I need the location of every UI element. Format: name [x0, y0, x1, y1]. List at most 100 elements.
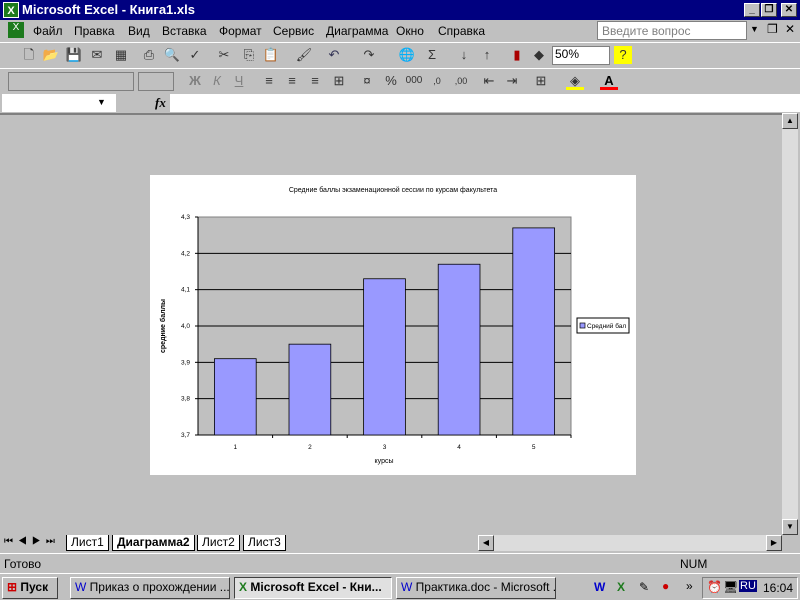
- align-left-icon[interactable]: ≡: [260, 72, 278, 90]
- tray-scheduler-icon[interactable]: ⏰: [707, 580, 722, 594]
- print-icon[interactable]: ⎙: [140, 46, 158, 64]
- tray-network-icon[interactable]: 🖥: [723, 580, 738, 594]
- task-praktika[interactable]: W Практика.doc - Microsoft ...: [396, 577, 556, 599]
- sort-asc-icon[interactable]: ↓: [455, 46, 473, 64]
- decrease-decimal-icon[interactable]: ,00: [452, 72, 470, 90]
- quicklaunch-opera-icon[interactable]: ●: [662, 579, 669, 593]
- bar: [363, 278, 406, 436]
- help-search-input[interactable]: Введите вопрос: [597, 21, 747, 40]
- help-dropdown-icon[interactable]: ▼: [750, 24, 759, 34]
- formula-input[interactable]: [170, 94, 800, 112]
- name-box-dropdown-icon[interactable]: ▼: [97, 97, 106, 107]
- borders-icon[interactable]: ⊞: [532, 72, 550, 90]
- italic-button[interactable]: К: [208, 72, 226, 90]
- help-icon[interactable]: ?: [614, 46, 632, 64]
- chart-title: Средние баллы экзаменационной сессии по …: [289, 186, 497, 194]
- underline-button[interactable]: Ч: [230, 72, 248, 90]
- vertical-scrollbar[interactable]: ▲ ▼: [782, 113, 798, 535]
- status-text: Готово: [4, 557, 42, 571]
- menu-view[interactable]: Вид: [128, 24, 150, 38]
- save-icon[interactable]: 💾: [65, 46, 83, 64]
- excel-task-icon: X: [239, 580, 248, 594]
- menu-chart[interactable]: Диаграмма: [326, 24, 388, 38]
- menu-file[interactable]: Файл: [33, 24, 63, 38]
- quicklaunch-word-icon[interactable]: W: [594, 580, 605, 594]
- permission-icon[interactable]: ▦: [112, 46, 130, 64]
- bar-chart: Средние баллы экзаменационной сессии по …: [159, 186, 630, 465]
- font-size-select[interactable]: [138, 72, 174, 91]
- bar: [288, 343, 332, 436]
- spelling-icon[interactable]: ✓: [186, 46, 204, 64]
- legend-label: Средний бал: [587, 322, 626, 330]
- tab-scroll-buttons[interactable]: ⏮◀▶⏭: [4, 536, 60, 547]
- doc-close-button[interactable]: ✕: [785, 22, 795, 36]
- formula-bar: ▼ fx: [0, 94, 800, 112]
- decrease-indent-icon[interactable]: ⇤: [480, 72, 498, 90]
- percent-icon[interactable]: %: [382, 72, 400, 90]
- undo-icon[interactable]: ↶: [325, 46, 343, 64]
- tab-list3[interactable]: Лист3: [243, 535, 286, 551]
- scroll-left-button[interactable]: ◀: [478, 535, 494, 551]
- tab-list1[interactable]: Лист1: [66, 535, 109, 551]
- chart-wizard-icon[interactable]: ▮: [508, 46, 526, 64]
- menu-insert[interactable]: Вставка: [162, 24, 207, 38]
- new-icon[interactable]: 🗋: [20, 46, 38, 64]
- language-indicator[interactable]: RU: [739, 580, 757, 592]
- open-icon[interactable]: 📂: [42, 46, 60, 64]
- zoom-select[interactable]: 50%: [552, 46, 610, 65]
- y-axis-label: средние баллы: [159, 299, 167, 353]
- restore-button[interactable]: ❐: [761, 3, 777, 17]
- task-label: Практика.doc - Microsoft ...: [415, 580, 556, 594]
- quicklaunch-more-icon[interactable]: »: [686, 579, 693, 593]
- copy-icon[interactable]: ⎘: [240, 46, 258, 64]
- minimize-button[interactable]: _: [744, 3, 760, 17]
- format-painter-icon[interactable]: 🖌: [295, 46, 313, 64]
- task-label: Microsoft Excel - Кни...: [250, 580, 382, 594]
- cut-icon[interactable]: ✂: [215, 46, 233, 64]
- paste-icon[interactable]: 📋: [262, 46, 280, 64]
- task-prikaz[interactable]: W Приказ о прохождении ...: [70, 577, 230, 599]
- currency-icon[interactable]: ¤: [358, 72, 376, 90]
- drawing-icon[interactable]: ◆: [530, 46, 548, 64]
- increase-decimal-icon[interactable]: ,0: [428, 72, 446, 90]
- hyperlink-icon[interactable]: 🌐: [398, 46, 416, 64]
- scroll-right-button[interactable]: ▶: [766, 535, 782, 551]
- y-tick-label: 4,3: [181, 214, 190, 221]
- align-right-icon[interactable]: ≡: [306, 72, 324, 90]
- autosum-icon[interactable]: Σ: [423, 46, 441, 64]
- tab-list2[interactable]: Лист2: [197, 535, 240, 551]
- tab-diagramma2[interactable]: Диаграмма2: [112, 535, 195, 551]
- workbook-icon[interactable]: X: [8, 22, 24, 38]
- merge-center-icon[interactable]: ⊞: [330, 72, 348, 90]
- mail-icon[interactable]: ✉: [88, 46, 106, 64]
- increase-indent-icon[interactable]: ⇥: [503, 72, 521, 90]
- menu-format[interactable]: Формат: [219, 24, 262, 38]
- start-label: Пуск: [20, 580, 49, 594]
- menu-window[interactable]: Окно: [396, 24, 424, 38]
- doc-restore-button[interactable]: ❐: [767, 22, 778, 36]
- sort-desc-icon[interactable]: ↑: [478, 46, 496, 64]
- windows-logo-icon: ⊞: [7, 580, 18, 594]
- x-tick-label: 1: [233, 444, 237, 451]
- menu-tools[interactable]: Сервис: [273, 24, 314, 38]
- start-button[interactable]: ⊞ Пуск: [2, 577, 58, 599]
- quicklaunch-notepad-icon[interactable]: ✎: [639, 580, 649, 594]
- scroll-up-button[interactable]: ▲: [782, 113, 798, 129]
- quicklaunch-excel-icon[interactable]: X: [617, 580, 625, 594]
- fx-icon[interactable]: fx: [155, 95, 166, 111]
- menu-edit[interactable]: Правка: [74, 24, 115, 38]
- close-button[interactable]: ✕: [781, 3, 797, 17]
- chart-area[interactable]: Средние баллы экзаменационной сессии по …: [150, 175, 636, 475]
- font-select[interactable]: [8, 72, 134, 91]
- font-color-icon[interactable]: A: [600, 72, 618, 90]
- bold-button[interactable]: Ж: [186, 72, 204, 90]
- menu-help[interactable]: Справка: [438, 24, 485, 38]
- horizontal-scrollbar[interactable]: ◀ ▶: [478, 535, 782, 551]
- task-excel[interactable]: X Microsoft Excel - Кни...: [234, 577, 392, 599]
- thousands-icon[interactable]: 000: [405, 72, 423, 90]
- print-preview-icon[interactable]: 🔍: [163, 46, 181, 64]
- align-center-icon[interactable]: ≡: [283, 72, 301, 90]
- fill-color-icon[interactable]: ◈: [566, 72, 584, 90]
- redo-icon[interactable]: ↷: [360, 46, 378, 64]
- scroll-down-button[interactable]: ▼: [782, 519, 798, 535]
